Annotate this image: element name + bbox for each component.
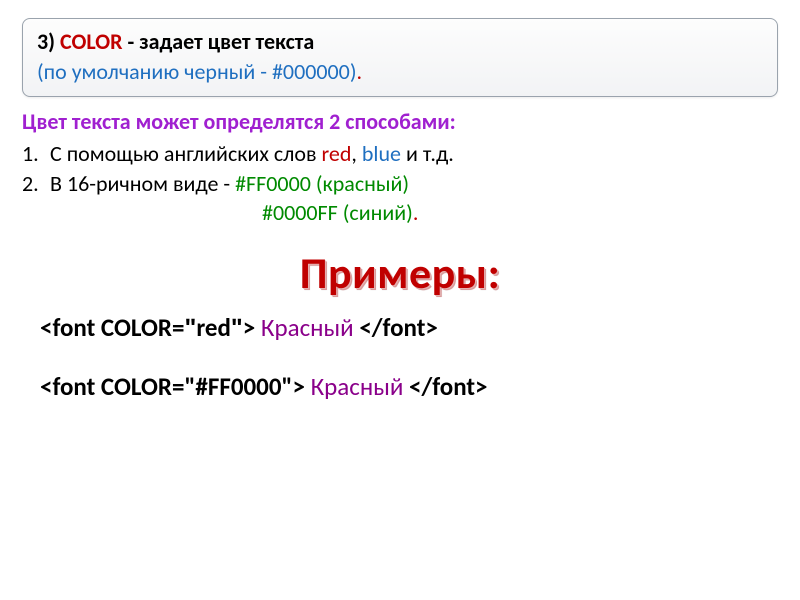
definition-suffix: - задает цвет текста (123, 28, 315, 55)
item-text-pre: С помощью английских слов (50, 140, 322, 167)
intro-line: Цвет текста может определятся 2 способам… (22, 107, 778, 137)
tag-open: <font COLOR= (40, 312, 184, 343)
list-number: 1. (22, 139, 50, 169)
code-example: <font COLOR=ʺredʺ> Красный </font> (22, 312, 778, 343)
word-blue: blue (362, 140, 401, 167)
definition-box: 3) COLOR - задает цвет текста (по умолча… (22, 18, 778, 97)
attr-value: #FF0000 (195, 371, 281, 402)
color-keyword: COLOR (60, 28, 123, 55)
item-text-post: и т.д. (401, 140, 454, 167)
tag-open: <font COLOR= (40, 371, 184, 402)
examples-heading: Примеры: (22, 246, 778, 300)
code-example: <font COLOR="#FF0000"> Красный </font> (22, 371, 778, 402)
tag-close: </font> (354, 312, 438, 343)
word-red: red (322, 140, 352, 167)
list-item-continuation: #0000FF (синий). (22, 198, 778, 228)
hex-red: #FF0000 (красный) (235, 170, 409, 197)
definition-default: (по умолчанию черный - #000000) (37, 58, 357, 85)
definition-line-2: (по умолчанию черный - #000000). (37, 57, 763, 87)
quote-close: ʺ (231, 312, 243, 343)
definition-line-1: 3) COLOR - задает цвет текста (37, 27, 763, 57)
list-item: 2.В 16-ричном виде - #FF0000 (красный) (22, 169, 778, 199)
hex-blue: #0000FF (синий) (262, 199, 413, 226)
definition-dot: . (357, 58, 363, 85)
sample-text: Красный (311, 371, 404, 402)
sample-text: Красный (261, 312, 354, 343)
list-number: 2. (22, 169, 50, 199)
tag-close: </font> (403, 371, 487, 402)
list-item: 1.С помощью английских слов red, blue и … (22, 139, 778, 169)
item-text-pre: В 16-ричном виде - (50, 170, 235, 197)
attr-value: red (196, 312, 231, 343)
tag-open-end: > (243, 312, 261, 343)
quote-open: ʺ (184, 312, 196, 343)
ways-list: 1.С помощью английских слов red, blue и … (22, 139, 778, 228)
hex-blue-dot: . (413, 199, 419, 226)
quote-open: " (184, 371, 195, 402)
definition-number: 3) (37, 28, 55, 55)
tag-open-end: "> (282, 371, 311, 402)
item-text-mid: , (351, 140, 361, 167)
